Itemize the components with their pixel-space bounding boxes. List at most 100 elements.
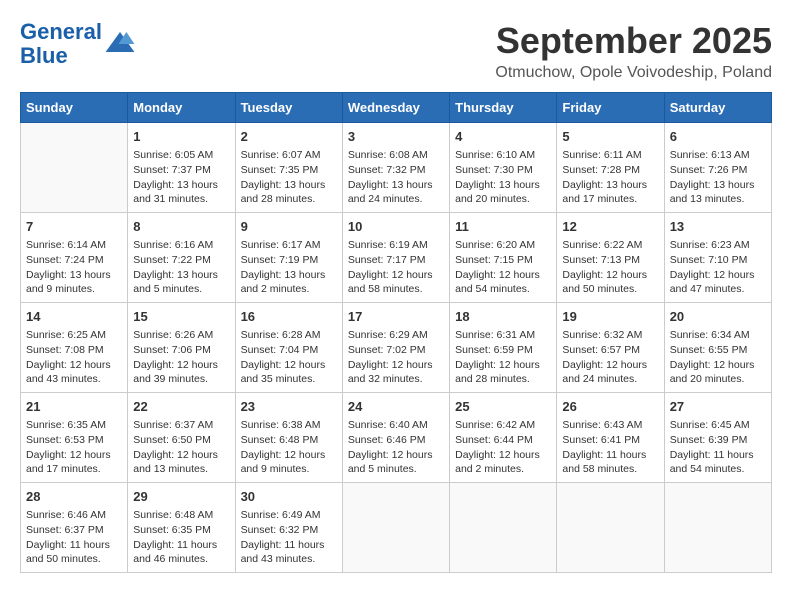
col-wednesday: Wednesday (342, 93, 449, 123)
day-info-line: Sunset: 7:32 PM (348, 163, 444, 178)
day-info-line: Daylight: 13 hours and 24 minutes. (348, 178, 444, 207)
day-number: 11 (455, 218, 551, 236)
day-number: 13 (670, 218, 766, 236)
day-info-line: Sunrise: 6:19 AM (348, 238, 444, 253)
day-info-line: Daylight: 12 hours and 28 minutes. (455, 358, 551, 387)
col-monday: Monday (128, 93, 235, 123)
calendar-subtitle: Otmuchow, Opole Voivodeship, Poland (495, 64, 772, 82)
day-number: 18 (455, 308, 551, 326)
day-number: 14 (26, 308, 122, 326)
day-info-line: Daylight: 11 hours and 43 minutes. (241, 538, 337, 567)
day-info-line: Sunset: 7:06 PM (133, 343, 229, 358)
day-info-line: Sunset: 6:50 PM (133, 433, 229, 448)
day-number: 30 (241, 488, 337, 506)
day-cell: 27Sunrise: 6:45 AMSunset: 6:39 PMDayligh… (664, 393, 771, 483)
day-info-line: Sunrise: 6:13 AM (670, 148, 766, 163)
day-info-line: Daylight: 12 hours and 43 minutes. (26, 358, 122, 387)
day-info-line: Sunrise: 6:32 AM (562, 328, 658, 343)
day-number: 2 (241, 128, 337, 146)
day-cell: 19Sunrise: 6:32 AMSunset: 6:57 PMDayligh… (557, 303, 664, 393)
day-cell: 3Sunrise: 6:08 AMSunset: 7:32 PMDaylight… (342, 123, 449, 213)
day-info-line: Sunrise: 6:38 AM (241, 418, 337, 433)
day-cell: 17Sunrise: 6:29 AMSunset: 7:02 PMDayligh… (342, 303, 449, 393)
day-cell: 22Sunrise: 6:37 AMSunset: 6:50 PMDayligh… (128, 393, 235, 483)
day-cell: 23Sunrise: 6:38 AMSunset: 6:48 PMDayligh… (235, 393, 342, 483)
day-number: 26 (562, 398, 658, 416)
day-info-line: Daylight: 12 hours and 54 minutes. (455, 268, 551, 297)
day-cell: 16 Sunrise: 6:28 AMSunset: 7:04 PMDayligh… (235, 303, 342, 393)
day-info-line: Sunrise: 6:48 AM (133, 508, 229, 523)
day-info-line: Sunset: 7:28 PM (562, 163, 658, 178)
day-number: 19 (562, 308, 658, 326)
day-cell (557, 483, 664, 573)
day-number: 3 (348, 128, 444, 146)
day-info-line: Sunset: 7:02 PM (348, 343, 444, 358)
day-info-line: Daylight: 11 hours and 50 minutes. (26, 538, 122, 567)
day-number: 23 (241, 398, 337, 416)
day-info-line: Daylight: 13 hours and 5 minutes. (133, 268, 229, 297)
day-number: 1 (133, 128, 229, 146)
day-cell: 13Sunrise: 6:23 AMSunset: 7:10 PMDayligh… (664, 213, 771, 303)
day-info-line: Daylight: 11 hours and 58 minutes. (562, 448, 658, 477)
day-info-line: Daylight: 12 hours and 35 minutes. (241, 358, 337, 387)
day-number: 28 (26, 488, 122, 506)
day-info-line: Sunrise: 6:45 AM (670, 418, 766, 433)
day-number: 6 (670, 128, 766, 146)
day-info-line: Sunset: 7:13 PM (562, 253, 658, 268)
day-info-line: Sunset: 7:15 PM (455, 253, 551, 268)
day-info-line: Sunset: 7:04 PM (241, 343, 337, 358)
day-info-line: Sunrise: 6:25 AM (26, 328, 122, 343)
day-info-line: Sunrise: 6:34 AM (670, 328, 766, 343)
col-tuesday: Tuesday (235, 93, 342, 123)
day-info-line: Sunrise: 6:29 AM (348, 328, 444, 343)
day-cell: 1Sunrise: 6:05 AMSunset: 7:37 PMDaylight… (128, 123, 235, 213)
day-cell: 26Sunrise: 6:43 AMSunset: 6:41 PMDayligh… (557, 393, 664, 483)
day-info-line: Daylight: 13 hours and 20 minutes. (455, 178, 551, 207)
day-cell: 30Sunrise: 6:49 AMSunset: 6:32 PMDayligh… (235, 483, 342, 573)
day-info-line: Daylight: 11 hours and 46 minutes. (133, 538, 229, 567)
day-info-line: Sunrise: 6:10 AM (455, 148, 551, 163)
day-cell: 7Sunrise: 6:14 AMSunset: 7:24 PMDaylight… (21, 213, 128, 303)
title-section: September 2025 Otmuchow, Opole Voivodesh… (495, 20, 772, 82)
day-info-line: Sunset: 7:37 PM (133, 163, 229, 178)
day-cell: 11 Sunrise: 6:20 AMSunset: 7:15 PMDayligh… (450, 213, 557, 303)
day-info-line: Sunset: 7:22 PM (133, 253, 229, 268)
day-number: 29 (133, 488, 229, 506)
calendar-body: 1Sunrise: 6:05 AMSunset: 7:37 PMDaylight… (21, 123, 772, 573)
day-info-line: Daylight: 13 hours and 9 minutes. (26, 268, 122, 297)
logo-text: GeneralBlue (20, 20, 102, 68)
day-info-line: Sunrise: 6:28 AM (241, 328, 337, 343)
day-info-line: Daylight: 13 hours and 17 minutes. (562, 178, 658, 207)
day-number: 16 (241, 308, 337, 326)
day-info-line: Sunset: 6:53 PM (26, 433, 122, 448)
day-info-line: Daylight: 11 hours and 54 minutes. (670, 448, 766, 477)
day-info-line: Sunrise: 6:40 AM (348, 418, 444, 433)
day-info-line: Sunrise: 6:20 AM (455, 238, 551, 253)
day-cell: 4Sunrise: 6:10 AMSunset: 7:30 PMDaylight… (450, 123, 557, 213)
day-info-line: Sunset: 7:08 PM (26, 343, 122, 358)
day-info-line: Daylight: 12 hours and 13 minutes. (133, 448, 229, 477)
week-row-2: 7Sunrise: 6:14 AMSunset: 7:24 PMDaylight… (21, 213, 772, 303)
day-info-line: Sunset: 6:32 PM (241, 523, 337, 538)
day-info-line: Sunrise: 6:26 AM (133, 328, 229, 343)
day-cell (21, 123, 128, 213)
week-row-4: 21Sunrise: 6:35 AMSunset: 6:53 PMDayligh… (21, 393, 772, 483)
day-info-line: Daylight: 12 hours and 50 minutes. (562, 268, 658, 297)
day-info-line: Daylight: 12 hours and 9 minutes. (241, 448, 337, 477)
day-number: 10 (348, 218, 444, 236)
day-cell: 2Sunrise: 6:07 AMSunset: 7:35 PMDaylight… (235, 123, 342, 213)
day-info-line: Daylight: 12 hours and 58 minutes. (348, 268, 444, 297)
day-info-line: Sunset: 7:10 PM (670, 253, 766, 268)
day-cell: 28Sunrise: 6:46 AMSunset: 6:37 PMDayligh… (21, 483, 128, 573)
day-info-line: Sunset: 6:37 PM (26, 523, 122, 538)
day-info-line: Daylight: 13 hours and 31 minutes. (133, 178, 229, 207)
week-row-5: 28Sunrise: 6:46 AMSunset: 6:37 PMDayligh… (21, 483, 772, 573)
day-number: 8 (133, 218, 229, 236)
day-cell: 24Sunrise: 6:40 AMSunset: 6:46 PMDayligh… (342, 393, 449, 483)
day-info-line: Sunrise: 6:07 AM (241, 148, 337, 163)
day-cell: 25Sunrise: 6:42 AMSunset: 6:44 PMDayligh… (450, 393, 557, 483)
week-row-1: 1Sunrise: 6:05 AMSunset: 7:37 PMDaylight… (21, 123, 772, 213)
day-cell (342, 483, 449, 573)
day-number: 21 (26, 398, 122, 416)
day-info-line: Daylight: 13 hours and 13 minutes. (670, 178, 766, 207)
